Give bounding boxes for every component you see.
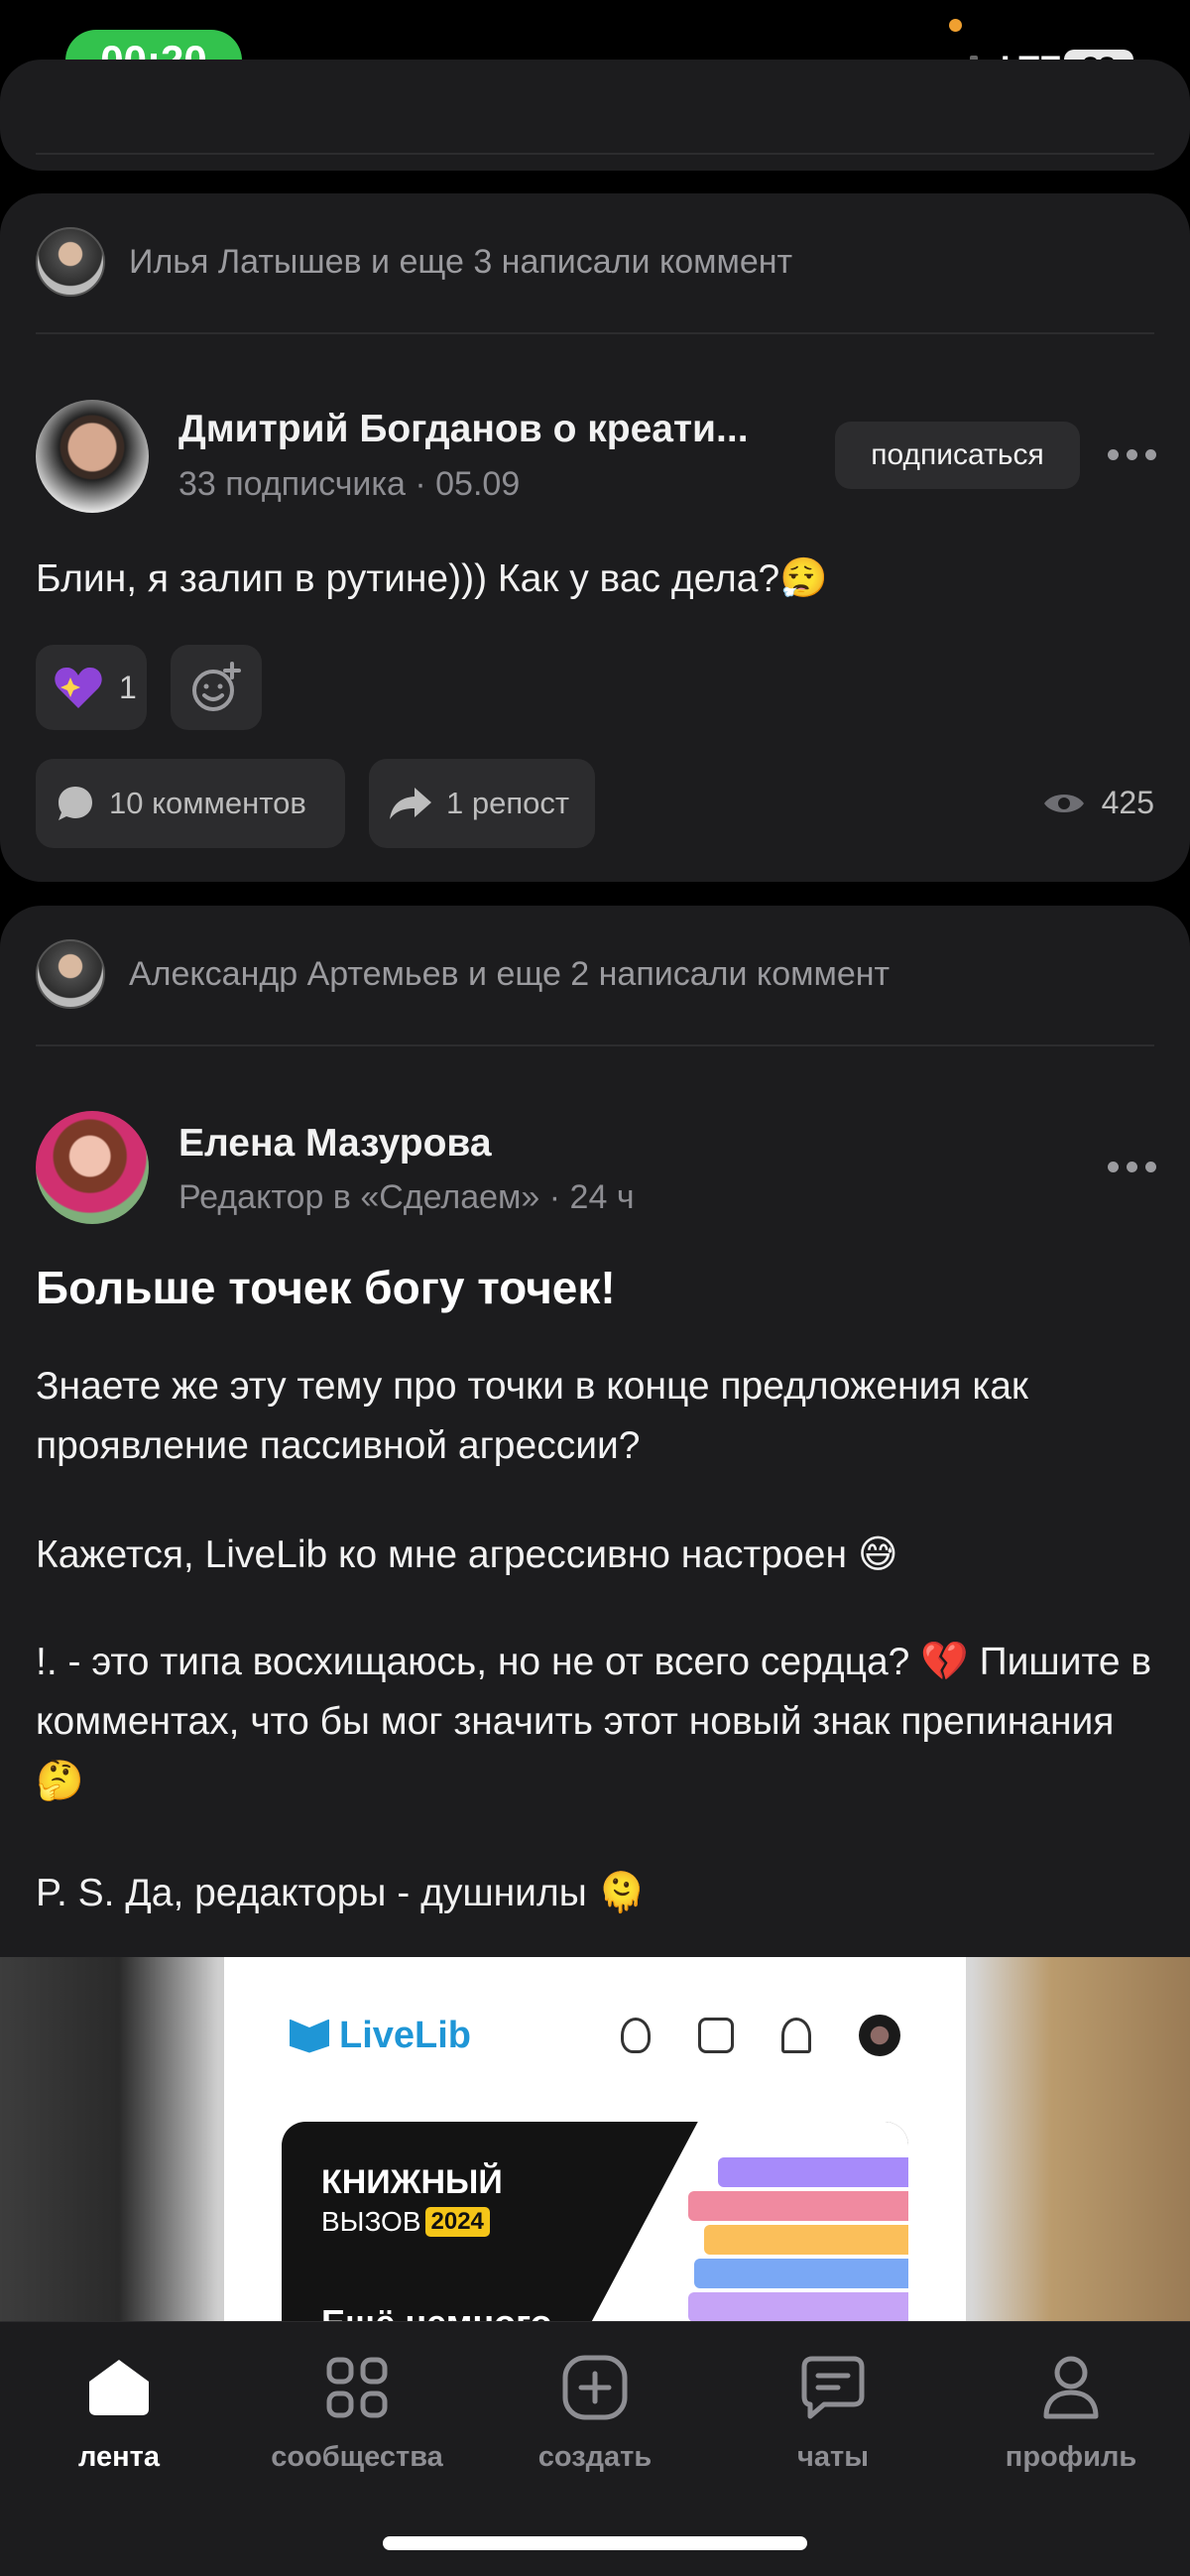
- tab-chats[interactable]: чаты: [714, 2350, 952, 2474]
- comments-button[interactable]: 10 комментов: [36, 759, 345, 848]
- post-paragraph: !. - это типа восхищаюсь, но не от всего…: [36, 1641, 1152, 1802]
- views-counter: 425: [1042, 785, 1154, 821]
- add-emoji-icon: [192, 662, 241, 711]
- tab-label: чаты: [797, 2441, 869, 2473]
- livelib-logo: LiveLib: [290, 2015, 471, 2057]
- avatar: [859, 2015, 900, 2056]
- bell-icon: [781, 2018, 811, 2053]
- activity-row[interactable]: Илья Латышев и еще 3 написали коммент: [36, 227, 792, 297]
- avatar: [36, 227, 105, 297]
- tab-profile[interactable]: профиль: [952, 2350, 1190, 2474]
- post-card[interactable]: Александр Артемьев и еще 2 написали комм…: [0, 906, 1190, 2393]
- post-title: Больше точек богу точек!: [36, 1262, 616, 1313]
- repost-arrow-icon: [390, 788, 431, 819]
- home-indicator[interactable]: [383, 2536, 807, 2550]
- post-paragraph: Кажется, LiveLib ко мне агрессивно настр…: [36, 1533, 898, 1576]
- previous-post-card: [0, 60, 1190, 171]
- person-icon: [1043, 2356, 1099, 2419]
- banner-title: КНИЖНЫЙ: [321, 2163, 503, 2201]
- comments-label: 10 комментов: [109, 786, 306, 820]
- livelib-book-icon: [290, 2019, 329, 2053]
- post-text: Блин, я залип в рутине))) Как у вас дела…: [36, 557, 828, 600]
- author-avatar[interactable]: [36, 400, 149, 513]
- plus-square-icon: [562, 2355, 628, 2420]
- tab-create[interactable]: создать: [476, 2350, 714, 2474]
- grid-icon: [326, 2357, 388, 2418]
- divider: [36, 153, 1154, 155]
- privacy-indicator-dot: [949, 19, 962, 32]
- purple-heart-icon: [55, 667, 102, 708]
- activity-row[interactable]: Александр Артемьев и еще 2 написали комм…: [36, 939, 890, 1009]
- chat-icon: [801, 2356, 865, 2419]
- views-count: 425: [1101, 785, 1154, 820]
- tab-communities[interactable]: сообщества: [238, 2350, 476, 2474]
- banner-year: 2024: [424, 2207, 490, 2237]
- tab-label: лента: [77, 2441, 160, 2473]
- avatar: [36, 939, 105, 1009]
- repost-label: 1 репост: [446, 786, 570, 820]
- reaction-count: 1: [119, 669, 137, 705]
- book-stack-illustration: [688, 2157, 908, 2326]
- activity-text: Илья Латышев и еще 3 написали коммент: [129, 242, 793, 281]
- post-paragraph: Знаете же эту тему про точки в конце пре…: [36, 1365, 1028, 1467]
- repost-button[interactable]: 1 репост: [369, 759, 595, 848]
- tab-label: сообщества: [271, 2441, 443, 2473]
- author-name[interactable]: Елена Мазурова: [178, 1122, 492, 1165]
- tab-feed[interactable]: лента: [0, 2350, 238, 2474]
- author-meta: Редактор в «Сделаем» · 24 ч: [178, 1178, 635, 1216]
- envelope-icon: [698, 2018, 734, 2053]
- post-paragraph: P. S. Да, редакторы - душнилы 🫠: [36, 1872, 647, 1914]
- add-reaction-button[interactable]: [171, 645, 262, 730]
- livelib-logo-text: LiveLib: [339, 2015, 472, 2056]
- home-icon: [89, 2360, 149, 2415]
- divider: [36, 332, 1154, 334]
- banner-subtitle-text: ВЫЗОВ: [321, 2206, 421, 2237]
- lightbulb-icon: [621, 2018, 651, 2053]
- author-meta: 33 подписчика · 05.09: [178, 465, 521, 503]
- livelib-header-icons: [621, 2015, 900, 2056]
- more-options-icon[interactable]: [1108, 449, 1156, 460]
- post-card[interactable]: Илья Латышев и еще 3 написали коммент Дм…: [0, 193, 1190, 882]
- tab-label: профиль: [1005, 2441, 1137, 2473]
- reaction-chip[interactable]: 1: [36, 645, 147, 730]
- author-name[interactable]: Дмитрий Богданов о креати...: [178, 408, 749, 451]
- more-options-icon[interactable]: [1108, 1162, 1156, 1172]
- subscribe-button[interactable]: подписаться: [835, 422, 1080, 489]
- author-avatar[interactable]: [36, 1111, 149, 1224]
- activity-text: Александр Артемьев и еще 2 написали комм…: [129, 954, 891, 993]
- tab-label: создать: [537, 2441, 653, 2473]
- eye-icon: [1043, 794, 1084, 812]
- banner-subtitle: ВЫЗОВ 2024: [321, 2206, 490, 2238]
- comment-icon: [59, 787, 92, 820]
- divider: [36, 1044, 1154, 1046]
